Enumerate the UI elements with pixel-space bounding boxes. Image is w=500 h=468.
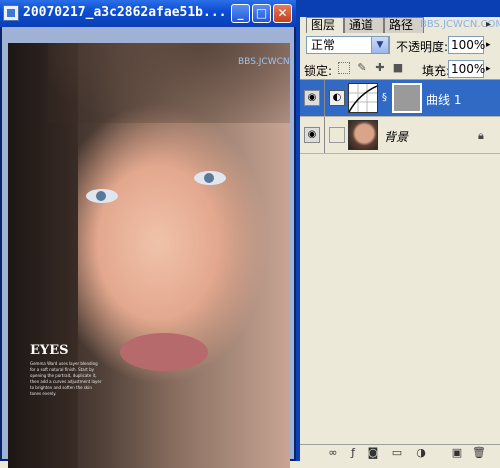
new-adjustment-icon[interactable]: ◑: [414, 446, 428, 460]
fill-input[interactable]: 100%: [448, 60, 485, 78]
maximize-button[interactable]: □: [252, 4, 271, 23]
photo-right-eye: [194, 171, 226, 185]
adjustment-layer-icon: ◐: [329, 90, 345, 106]
link-toggle-box[interactable]: [329, 127, 345, 143]
trash-icon[interactable]: 🗑︎: [472, 446, 486, 460]
lock-all-icon[interactable]: ■: [392, 62, 404, 74]
lock-position-icon[interactable]: ✚: [374, 62, 386, 74]
tab-layers[interactable]: 图层: [306, 17, 344, 33]
document-window: 20070217_a3c2862afae51b... _ □ ✕ BBS.JCW…: [0, 0, 296, 468]
lock-label: 锁定:: [304, 64, 333, 78]
tab-paths[interactable]: 路径: [384, 17, 424, 33]
eye-icon[interactable]: ◉: [304, 90, 320, 106]
opacity-slider-icon[interactable]: ▸: [486, 40, 491, 50]
fill-label: 填充:: [422, 64, 451, 78]
eye-icon[interactable]: ◉: [304, 127, 320, 143]
layers-palette: 图层 通道 路径 BBS.JCWCN.COM ▸ 正常 ▼ 不透明度: 100%…: [296, 0, 500, 462]
lock-image-icon[interactable]: ✎: [356, 62, 368, 74]
background-thumbnail[interactable]: [348, 120, 378, 150]
link-icon[interactable]: §: [382, 92, 387, 103]
new-layer-icon[interactable]: ▣: [450, 446, 464, 460]
new-group-icon[interactable]: ▭: [390, 446, 404, 460]
layer-name[interactable]: 背景: [384, 128, 408, 145]
divider: [324, 80, 325, 116]
fill-slider-icon[interactable]: ▸: [486, 64, 491, 74]
link-layers-icon[interactable]: ∞: [326, 446, 340, 460]
lock-icon: 🔒︎: [478, 129, 484, 142]
palette-menu-icon[interactable]: ▸: [486, 19, 491, 30]
document-title: 20070217_a3c2862afae51b...: [23, 5, 227, 20]
photo-lips: [120, 333, 208, 371]
opacity-label: 不透明度:: [396, 40, 449, 54]
curves-graph-icon: [348, 84, 378, 113]
layer-style-icon[interactable]: ƒ: [346, 446, 360, 460]
photo-watermark: BBS.JCWCN.COM: [238, 57, 290, 67]
palette-top-bar[interactable]: [300, 0, 500, 17]
add-mask-icon[interactable]: ◙: [366, 446, 380, 460]
minimize-button[interactable]: _: [231, 4, 250, 23]
chevron-down-icon[interactable]: ▼: [371, 36, 389, 54]
curves-thumbnail[interactable]: [348, 83, 378, 113]
palette-bottom-bar: ∞ ƒ ◙ ▭ ◑ ▣ 🗑︎: [300, 444, 500, 462]
layer-row-curves[interactable]: ◉ ◐ § 曲线 1: [300, 80, 500, 117]
document-title-bar[interactable]: 20070217_a3c2862afae51b... _ □ ✕: [0, 0, 296, 27]
layer-row-background[interactable]: ◉ 背景 🔒︎: [300, 117, 500, 154]
tab-channels[interactable]: 通道: [344, 17, 384, 33]
canvas-area: BBS.JCWCN.COM EYES Gemma Ward uses layer…: [2, 27, 294, 468]
document-icon: [3, 5, 19, 21]
photo-heading: EYES: [30, 343, 69, 358]
lock-transparency-icon[interactable]: [338, 62, 350, 74]
photo-hair-top: [48, 43, 290, 123]
photo-left-eye: [86, 189, 118, 203]
layer-mask-thumbnail[interactable]: [392, 83, 422, 113]
portrait-photo[interactable]: BBS.JCWCN.COM EYES Gemma Ward uses layer…: [8, 43, 290, 468]
layers-list: ◉ ◐ § 曲线 1 ◉ 背景 🔒︎: [300, 79, 500, 445]
layer-name[interactable]: 曲线 1: [426, 91, 461, 108]
close-button[interactable]: ✕: [273, 4, 292, 23]
divider: [324, 117, 325, 153]
opacity-input[interactable]: 100%: [448, 36, 485, 54]
photo-caption: Gemma Ward uses layer blending for a sof…: [30, 361, 102, 396]
